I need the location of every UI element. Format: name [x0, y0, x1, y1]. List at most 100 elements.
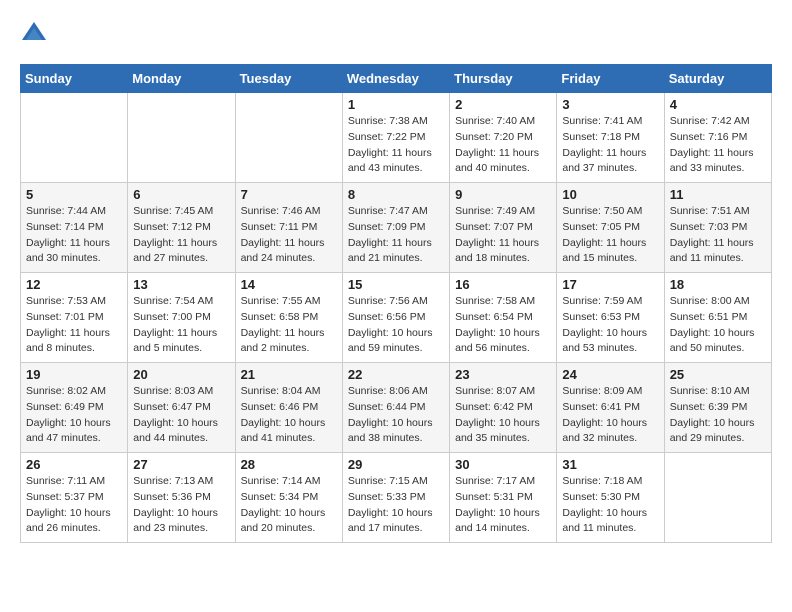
day-number: 23 [455, 367, 551, 382]
day-number: 13 [133, 277, 229, 292]
day-info: Sunrise: 7:54 AM Sunset: 7:00 PM Dayligh… [133, 294, 229, 357]
calendar-cell: 7Sunrise: 7:46 AM Sunset: 7:11 PM Daylig… [235, 183, 342, 273]
day-info: Sunrise: 7:55 AM Sunset: 6:58 PM Dayligh… [241, 294, 337, 357]
calendar-header: SundayMondayTuesdayWednesdayThursdayFrid… [21, 65, 772, 93]
day-number: 4 [670, 97, 766, 112]
weekday-header-sunday: Sunday [21, 65, 128, 93]
calendar-week-3: 12 Sunrise: 7:53 AM Sunset: 7:01 PM Dayli… [21, 273, 772, 363]
day-number: 1 [348, 97, 444, 112]
day-info: Sunrise: 7:15 AM Sunset: 5:33 PM Dayligh… [348, 474, 444, 537]
calendar-cell: 25 Sunrise: 8:10 AM Sunset: 6:39 PM Dayli… [664, 363, 771, 453]
calendar-cell: 29 Sunrise: 7:15 AM Sunset: 5:33 PM Dayli… [342, 453, 449, 543]
day-number: 11 [670, 187, 766, 202]
day-number: 15 [348, 277, 444, 292]
day-info: Sunrise: 8:07 AM Sunset: 6:42 PM Dayligh… [455, 384, 551, 447]
day-number: 27 [133, 457, 229, 472]
day-number: 28 [241, 457, 337, 472]
day-info: Sunrise: 8:03 AM Sunset: 6:47 PM Dayligh… [133, 384, 229, 447]
calendar-cell: 5 Sunrise: 7:44 AM Sunset: 7:14 PM Daylig… [21, 183, 128, 273]
calendar-cell: 1 Sunrise: 7:38 AM Sunset: 7:22 PM Daylig… [342, 93, 449, 183]
day-info: Sunrise: 8:00 AM Sunset: 6:51 PM Dayligh… [670, 294, 766, 357]
day-number: 30 [455, 457, 551, 472]
calendar-cell: 21 Sunrise: 8:04 AM Sunset: 6:46 PM Dayli… [235, 363, 342, 453]
day-number: 21 [241, 367, 337, 382]
day-info: Sunrise: 7:44 AM Sunset: 7:14 PM Dayligh… [26, 204, 122, 267]
day-number: 29 [348, 457, 444, 472]
day-info: Sunrise: 7:40 AM Sunset: 7:20 PM Dayligh… [455, 114, 551, 177]
logo-icon [20, 20, 48, 48]
weekday-header-tuesday: Tuesday [235, 65, 342, 93]
day-info: Sunrise: 7:51 AM Sunset: 7:03 PM Dayligh… [670, 204, 766, 267]
calendar-cell: 17 Sunrise: 7:59 AM Sunset: 6:53 PM Dayli… [557, 273, 664, 363]
day-number: 20 [133, 367, 229, 382]
day-number: 16 [455, 277, 551, 292]
weekday-header-wednesday: Wednesday [342, 65, 449, 93]
calendar-cell: 22 Sunrise: 8:06 AM Sunset: 6:44 PM Dayli… [342, 363, 449, 453]
day-info: Sunrise: 8:10 AM Sunset: 6:39 PM Dayligh… [670, 384, 766, 447]
calendar-cell: 20 Sunrise: 8:03 AM Sunset: 6:47 PM Dayli… [128, 363, 235, 453]
calendar-cell: 8Sunrise: 7:47 AM Sunset: 7:09 PM Daylig… [342, 183, 449, 273]
day-info: Sunrise: 7:50 AM Sunset: 7:05 PM Dayligh… [562, 204, 658, 267]
calendar-cell: 10 Sunrise: 7:50 AM Sunset: 7:05 PM Dayli… [557, 183, 664, 273]
day-info: Sunrise: 7:38 AM Sunset: 7:22 PM Dayligh… [348, 114, 444, 177]
calendar-cell: 16 Sunrise: 7:58 AM Sunset: 6:54 PM Dayli… [450, 273, 557, 363]
day-number: 14 [241, 277, 337, 292]
day-info: Sunrise: 7:42 AM Sunset: 7:16 PM Dayligh… [670, 114, 766, 177]
day-info: Sunrise: 7:59 AM Sunset: 6:53 PM Dayligh… [562, 294, 658, 357]
calendar-cell: 18 Sunrise: 8:00 AM Sunset: 6:51 PM Dayli… [664, 273, 771, 363]
calendar-cell: 3Sunrise: 7:41 AM Sunset: 7:18 PM Daylig… [557, 93, 664, 183]
day-number: 17 [562, 277, 658, 292]
day-number: 12 [26, 277, 122, 292]
calendar-cell [235, 93, 342, 183]
calendar-cell: 31 Sunrise: 7:18 AM Sunset: 5:30 PM Dayli… [557, 453, 664, 543]
calendar-week-4: 19Sunrise: 8:02 AM Sunset: 6:49 PM Dayli… [21, 363, 772, 453]
calendar-cell: 14 Sunrise: 7:55 AM Sunset: 6:58 PM Dayli… [235, 273, 342, 363]
day-number: 10 [562, 187, 658, 202]
day-number: 2 [455, 97, 551, 112]
calendar-cell: 26 Sunrise: 7:11 AM Sunset: 5:37 PM Dayli… [21, 453, 128, 543]
day-info: Sunrise: 7:14 AM Sunset: 5:34 PM Dayligh… [241, 474, 337, 537]
calendar-cell: 11 Sunrise: 7:51 AM Sunset: 7:03 PM Dayli… [664, 183, 771, 273]
calendar-cell: 30Sunrise: 7:17 AM Sunset: 5:31 PM Dayli… [450, 453, 557, 543]
weekday-header-thursday: Thursday [450, 65, 557, 93]
calendar-cell: 4 Sunrise: 7:42 AM Sunset: 7:16 PM Daylig… [664, 93, 771, 183]
day-info: Sunrise: 7:58 AM Sunset: 6:54 PM Dayligh… [455, 294, 551, 357]
day-number: 18 [670, 277, 766, 292]
weekday-header-saturday: Saturday [664, 65, 771, 93]
calendar-cell: 23 Sunrise: 8:07 AM Sunset: 6:42 PM Dayli… [450, 363, 557, 453]
day-info: Sunrise: 7:56 AM Sunset: 6:56 PM Dayligh… [348, 294, 444, 357]
day-info: Sunrise: 7:11 AM Sunset: 5:37 PM Dayligh… [26, 474, 122, 537]
day-number: 22 [348, 367, 444, 382]
day-number: 9 [455, 187, 551, 202]
page-header [20, 20, 772, 48]
day-number: 26 [26, 457, 122, 472]
day-info: Sunrise: 7:13 AM Sunset: 5:36 PM Dayligh… [133, 474, 229, 537]
logo [20, 20, 52, 48]
day-number: 6 [133, 187, 229, 202]
day-info: Sunrise: 8:06 AM Sunset: 6:44 PM Dayligh… [348, 384, 444, 447]
calendar-cell: 12 Sunrise: 7:53 AM Sunset: 7:01 PM Dayli… [21, 273, 128, 363]
day-info: Sunrise: 8:02 AM Sunset: 6:49 PM Dayligh… [26, 384, 122, 447]
calendar-cell: 27 Sunrise: 7:13 AM Sunset: 5:36 PM Dayli… [128, 453, 235, 543]
day-info: Sunrise: 7:41 AM Sunset: 7:18 PM Dayligh… [562, 114, 658, 177]
calendar-cell: 19Sunrise: 8:02 AM Sunset: 6:49 PM Dayli… [21, 363, 128, 453]
day-number: 24 [562, 367, 658, 382]
day-info: Sunrise: 7:46 AM Sunset: 7:11 PM Dayligh… [241, 204, 337, 267]
calendar-table: SundayMondayTuesdayWednesdayThursdayFrid… [20, 64, 772, 543]
calendar-cell: 9Sunrise: 7:49 AM Sunset: 7:07 PM Daylig… [450, 183, 557, 273]
day-number: 31 [562, 457, 658, 472]
calendar-week-5: 26 Sunrise: 7:11 AM Sunset: 5:37 PM Dayli… [21, 453, 772, 543]
day-info: Sunrise: 7:18 AM Sunset: 5:30 PM Dayligh… [562, 474, 658, 537]
calendar-cell [21, 93, 128, 183]
day-number: 25 [670, 367, 766, 382]
weekday-header-friday: Friday [557, 65, 664, 93]
day-info: Sunrise: 7:45 AM Sunset: 7:12 PM Dayligh… [133, 204, 229, 267]
day-info: Sunrise: 7:53 AM Sunset: 7:01 PM Dayligh… [26, 294, 122, 357]
calendar-cell [128, 93, 235, 183]
calendar-cell: 15 Sunrise: 7:56 AM Sunset: 6:56 PM Dayli… [342, 273, 449, 363]
day-number: 5 [26, 187, 122, 202]
day-info: Sunrise: 8:04 AM Sunset: 6:46 PM Dayligh… [241, 384, 337, 447]
calendar-cell [664, 453, 771, 543]
day-info: Sunrise: 8:09 AM Sunset: 6:41 PM Dayligh… [562, 384, 658, 447]
calendar-cell: 13 Sunrise: 7:54 AM Sunset: 7:00 PM Dayli… [128, 273, 235, 363]
